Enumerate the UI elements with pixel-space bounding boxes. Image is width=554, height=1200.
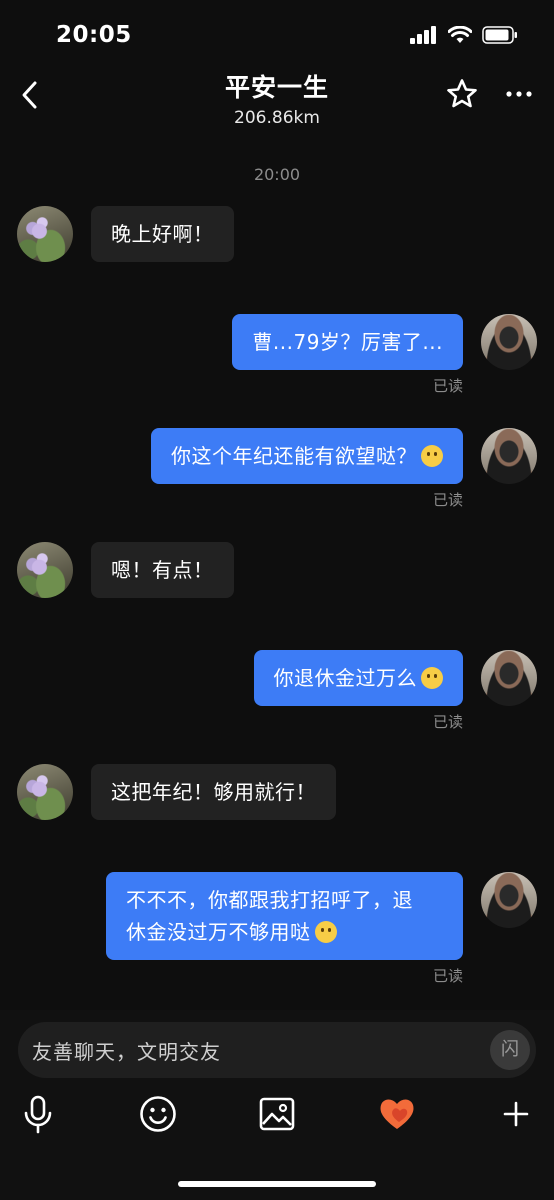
battery-icon <box>482 26 517 44</box>
home-indicator <box>178 1181 376 1187</box>
message-bubble-outgoing[interactable]: 曹...79岁？厉害了... <box>232 314 463 370</box>
wifi-icon <box>448 26 472 43</box>
image-icon[interactable] <box>257 1094 297 1134</box>
message-bubble-outgoing[interactable]: 你退休金过万么 <box>253 650 463 706</box>
composer: 友善聊天，文明交友 闪 <box>0 1010 554 1200</box>
plus-icon[interactable] <box>496 1094 536 1134</box>
message-bubble-incoming[interactable]: 这把年纪！够用就行！ <box>91 764 336 820</box>
message-text: 你退休金过万么 <box>273 666 417 690</box>
chat-header: 平安一生 206.86km <box>0 64 554 134</box>
contact-avatar[interactable] <box>17 542 73 598</box>
message-text: 休金没过万不够用哒 <box>126 920 311 944</box>
message-text: 这把年纪！够用就行！ <box>111 780 316 804</box>
status-bar: 20:05 <box>0 0 554 70</box>
self-avatar[interactable] <box>481 428 537 484</box>
contact-avatar[interactable] <box>17 764 73 820</box>
message-text: 你这个年纪还能有欲望哒？ <box>171 444 417 468</box>
input-placeholder: 友善聊天，文明交友 <box>32 1040 221 1064</box>
emoji-icon <box>314 921 337 943</box>
emoji-icon <box>421 667 443 689</box>
message-text: 曹...79岁？厉害了... <box>252 330 443 354</box>
emoji-icon <box>421 445 443 467</box>
read-receipt: 已读 <box>432 491 463 509</box>
status-icons <box>410 26 518 44</box>
message-text-line: 不不不，你都跟我打招呼了，退 <box>126 888 413 912</box>
message-text-line: 休金没过万不够用哒 <box>126 916 443 948</box>
smiley-icon[interactable] <box>138 1094 178 1134</box>
star-icon[interactable] <box>446 78 478 110</box>
message-text: 晚上好啊！ <box>111 222 214 246</box>
flash-chat-button[interactable]: 闪 <box>490 1030 530 1070</box>
message-bubble-incoming[interactable]: 晚上好啊！ <box>91 206 234 262</box>
heart-icon[interactable] <box>377 1094 417 1134</box>
contact-avatar[interactable] <box>17 206 73 262</box>
self-avatar[interactable] <box>481 872 537 928</box>
self-avatar[interactable] <box>481 314 537 370</box>
message-input[interactable]: 友善聊天，文明交友 闪 <box>18 1022 536 1078</box>
composer-toolbar <box>0 1094 554 1138</box>
message-bubble-incoming[interactable]: 嗯！有点！ <box>91 542 234 598</box>
self-avatar[interactable] <box>481 650 537 706</box>
contact-distance: 206.86km <box>234 108 320 128</box>
microphone-icon[interactable] <box>18 1094 58 1134</box>
message-bubble-outgoing[interactable]: 不不不，你都跟我打招呼了，退 休金没过万不够用哒 <box>106 872 463 960</box>
chat-timestamp: 20:00 <box>253 165 301 184</box>
read-receipt: 已读 <box>432 967 463 985</box>
read-receipt: 已读 <box>432 713 463 731</box>
message-bubble-outgoing[interactable]: 你这个年纪还能有欲望哒？ <box>151 428 463 484</box>
read-receipt: 已读 <box>432 377 463 395</box>
status-time: 20:05 <box>56 22 132 48</box>
more-icon[interactable] <box>506 90 532 98</box>
cellular-signal-icon <box>410 26 436 44</box>
message-text: 嗯！有点！ <box>111 558 214 582</box>
